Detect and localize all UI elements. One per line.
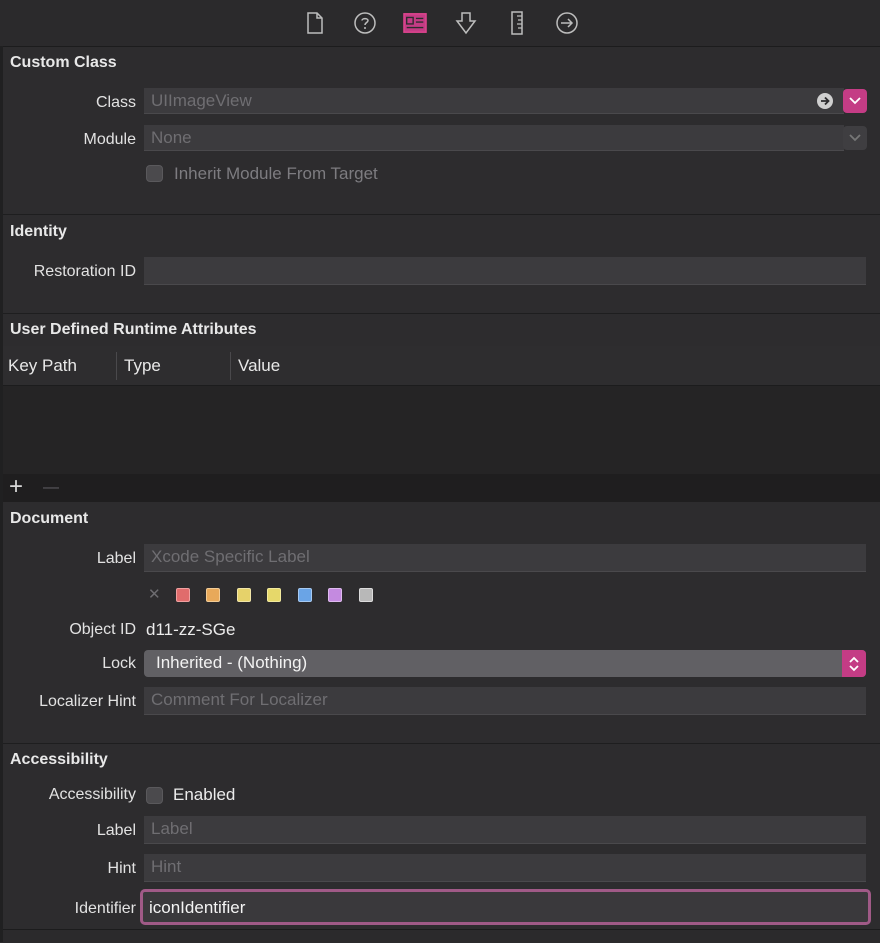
lock-label: Lock	[102, 655, 136, 672]
accessibility-label-label: Label	[96, 822, 136, 839]
inspector-toolbar	[0, 0, 880, 47]
quick-help-icon[interactable]	[353, 11, 377, 35]
runtime-attributes-title: User Defined Runtime Attributes	[10, 321, 257, 338]
lock-popup-button[interactable]: Inherited - (Nothing)	[144, 650, 866, 677]
object-id-label: Object ID	[69, 621, 136, 638]
file-inspector-icon[interactable]	[303, 11, 327, 35]
column-type[interactable]: Type	[124, 356, 161, 376]
localizer-hint-label: Localizer Hint	[39, 693, 136, 710]
chevron-down-icon	[849, 134, 861, 142]
yellow-label-swatch[interactable]	[237, 588, 251, 602]
divider	[3, 313, 880, 314]
divider	[3, 214, 880, 215]
identity-title: Identity	[10, 223, 67, 240]
class-dropdown-button[interactable]	[843, 89, 867, 113]
column-divider	[116, 352, 117, 380]
accessibility-hint-label: Hint	[107, 860, 136, 877]
go-to-class-icon[interactable]	[816, 92, 834, 110]
blue-label-swatch[interactable]	[298, 588, 312, 602]
class-label: Class	[95, 94, 136, 111]
red-label-swatch[interactable]	[176, 588, 190, 602]
add-attribute-button[interactable]: +	[9, 474, 23, 500]
gray-label-swatch[interactable]	[359, 588, 373, 602]
inherit-module-checkbox[interactable]	[146, 165, 163, 182]
chevron-down-icon	[849, 97, 861, 105]
inherit-module-label: Inherit Module From Target	[174, 164, 378, 183]
class-field[interactable]: UIImageView	[144, 88, 844, 114]
purple-label-swatch[interactable]	[328, 588, 342, 602]
restoration-id-field[interactable]	[144, 257, 866, 285]
runtime-attributes-footer: + —	[3, 474, 880, 502]
green-label-swatch[interactable]	[267, 588, 281, 602]
accessibility-identifier-label: Identifier	[74, 900, 136, 917]
localizer-hint-field[interactable]: Comment For Localizer	[144, 687, 866, 715]
column-key-path[interactable]: Key Path	[8, 356, 77, 376]
accessibility-label: Accessibility	[48, 786, 136, 803]
runtime-attributes-table[interactable]	[3, 386, 880, 474]
restoration-id-label: Restoration ID	[33, 263, 136, 280]
accessibility-label-field[interactable]: Label	[144, 816, 866, 844]
accessibility-title: Accessibility	[10, 751, 108, 768]
module-label: Module	[83, 131, 136, 148]
next-section-strip	[3, 929, 880, 943]
document-label-field[interactable]: Xcode Specific Label	[144, 544, 866, 572]
updown-arrows-icon	[842, 650, 866, 677]
attributes-inspector-icon[interactable]	[454, 11, 478, 35]
runtime-attributes-table-header: Key Path Type Value	[3, 346, 880, 386]
divider	[3, 743, 880, 744]
column-divider	[230, 352, 231, 380]
object-id-value: d11-zz-SGe	[146, 620, 236, 639]
identity-inspector-icon[interactable]	[403, 11, 427, 35]
size-inspector-icon[interactable]	[505, 11, 529, 35]
remove-attribute-button[interactable]: —	[43, 475, 59, 501]
module-dropdown-button[interactable]	[843, 126, 867, 150]
accessibility-enabled-checkbox[interactable]	[146, 787, 163, 804]
lock-value: Inherited - (Nothing)	[156, 653, 308, 672]
document-label-label: Label	[96, 550, 136, 567]
accessibility-hint-field[interactable]: Hint	[144, 854, 866, 882]
document-title: Document	[10, 510, 89, 527]
accessibility-enabled-label: Enabled	[173, 785, 236, 804]
accessibility-identifier-field[interactable]: iconIdentifier	[140, 889, 871, 925]
clear-color-label-button[interactable]: ✕	[148, 585, 161, 603]
module-field[interactable]: None	[144, 125, 844, 151]
custom-class-title: Custom Class	[10, 54, 117, 71]
connections-inspector-icon[interactable]	[555, 11, 579, 35]
orange-label-swatch[interactable]	[206, 588, 220, 602]
column-value[interactable]: Value	[238, 356, 280, 376]
